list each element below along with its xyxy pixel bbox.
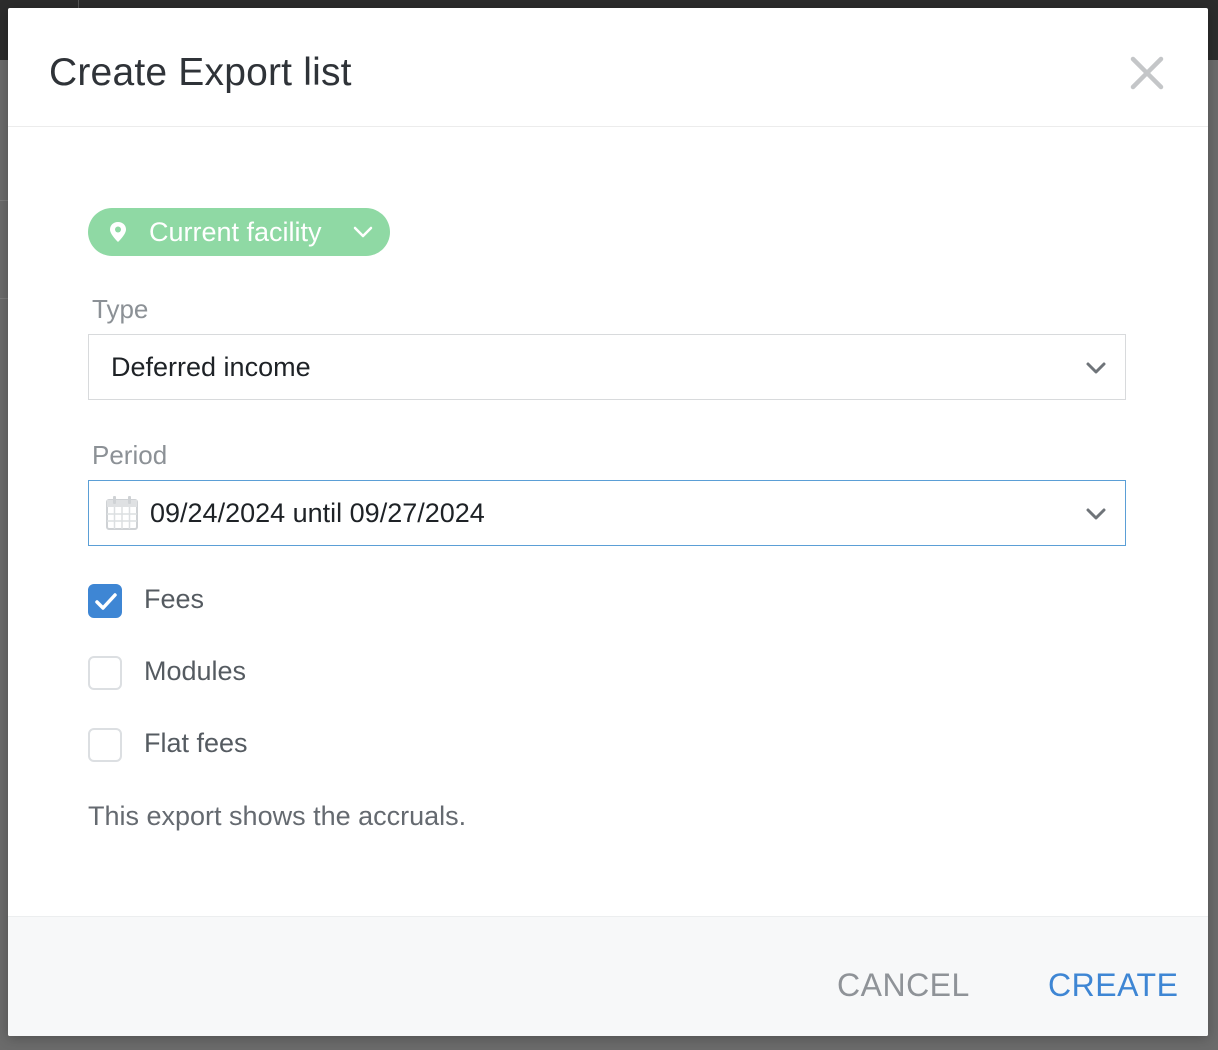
flat-fees-label: Flat fees xyxy=(144,728,248,758)
chevron-down-icon xyxy=(353,226,373,238)
chevron-down-icon xyxy=(1086,362,1106,374)
dialog-footer: CANCEL CREATE xyxy=(8,916,1208,1036)
modules-checkbox[interactable] xyxy=(88,656,122,690)
fees-option[interactable]: Fees xyxy=(88,584,288,620)
modules-label: Modules xyxy=(144,656,247,686)
chevron-down-icon xyxy=(1086,508,1106,520)
fees-checkbox[interactable] xyxy=(88,584,122,618)
facility-label: Current facility xyxy=(149,217,322,247)
period-label: Period xyxy=(92,440,168,470)
fees-label: Fees xyxy=(144,584,205,614)
dialog-title: Create Export list xyxy=(49,51,352,94)
dialog-header: Create Export list xyxy=(8,8,1208,127)
create-button[interactable]: CREATE xyxy=(1048,969,1178,1001)
location-pin-icon xyxy=(110,222,126,242)
type-select[interactable]: Deferred income xyxy=(88,334,1126,400)
type-label: Type xyxy=(92,294,149,324)
calendar-icon xyxy=(106,496,138,530)
flat-fees-option[interactable]: Flat fees xyxy=(88,728,308,764)
close-button[interactable] xyxy=(1126,52,1168,94)
create-export-dialog: Create Export list Current facility Type… xyxy=(8,8,1208,1036)
type-value: Deferred income xyxy=(111,352,311,382)
export-info-text: This export shows the accruals. xyxy=(88,801,467,831)
facility-selector[interactable]: Current facility xyxy=(88,208,390,256)
flat-fees-checkbox[interactable] xyxy=(88,728,122,762)
cancel-button[interactable]: CANCEL xyxy=(837,969,970,1001)
period-value: 09/24/2024 until 09/27/2024 xyxy=(150,498,485,528)
close-icon xyxy=(1130,56,1164,90)
period-select[interactable]: 09/24/2024 until 09/27/2024 xyxy=(88,480,1126,546)
modules-option[interactable]: Modules xyxy=(88,656,308,692)
checkmark-icon xyxy=(95,593,117,610)
